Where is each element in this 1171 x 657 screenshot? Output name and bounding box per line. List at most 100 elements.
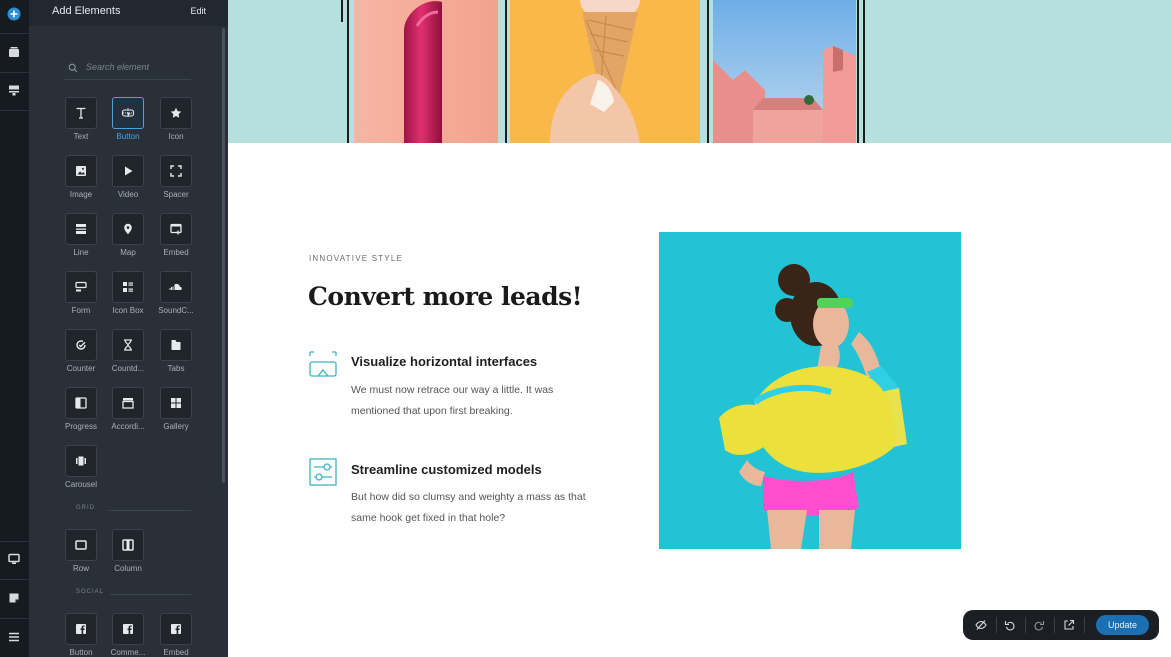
menu-icon[interactable] (5, 628, 23, 646)
divider (347, 0, 349, 143)
element-facebook-comments[interactable]: Comme... (104, 613, 152, 657)
element-label: Image (69, 190, 93, 199)
ice-cream-photo[interactable] (510, 0, 700, 143)
divider (505, 0, 507, 143)
element-label: Gallery (163, 422, 189, 431)
element-embed[interactable]: Embed (152, 213, 200, 263)
element-label: Progress (64, 422, 97, 431)
element-label: Line (73, 248, 89, 257)
counter-icon (65, 329, 97, 361)
headline[interactable]: Convert more leads! (308, 282, 583, 311)
element-label: Comme... (110, 648, 146, 657)
element-label: Tabs (167, 364, 185, 373)
progress-icon (65, 387, 97, 419)
element-counter[interactable]: Counter (57, 329, 105, 379)
lipstick-photo[interactable] (354, 0, 498, 143)
building-photo[interactable] (713, 0, 856, 143)
element-video[interactable]: Video (104, 155, 152, 205)
panel-scrollbar[interactable] (222, 28, 225, 483)
gallery-icon (160, 387, 192, 419)
element-label: Video (117, 190, 139, 199)
element-label: Map (120, 248, 136, 257)
element-column[interactable]: Column (104, 529, 152, 579)
element-image[interactable]: Image (57, 155, 105, 205)
eyebrow-text[interactable]: INNOVATIVE STYLE (309, 254, 403, 263)
social-section-label: SOCIAL (64, 589, 191, 599)
element-label: Form (71, 306, 91, 315)
redo-icon[interactable] (1030, 616, 1048, 634)
element-tabs[interactable]: Tabs (152, 329, 200, 379)
notes-icon[interactable] (5, 589, 23, 607)
add-circle-icon[interactable] (5, 5, 23, 23)
edit-button[interactable]: Edit (190, 6, 206, 16)
element-label: Counter (66, 364, 96, 373)
add-elements-panel: Add Elements Edit Text Button Icon Image (29, 0, 228, 657)
form-icon (65, 271, 97, 303)
element-facebook-embed[interactable]: Embed (152, 613, 200, 657)
element-accordion[interactable]: Accordi... (104, 387, 152, 437)
element-label: Button (116, 132, 140, 141)
text-icon (65, 97, 97, 129)
preview-toggle-icon[interactable] (972, 616, 990, 634)
element-label: Carousel (64, 480, 97, 489)
vr-headset-icon (309, 351, 337, 383)
external-link-icon[interactable] (1060, 616, 1078, 634)
star-icon (160, 97, 192, 129)
element-facebook-button[interactable]: Button (57, 613, 105, 657)
element-label: Column (114, 564, 142, 573)
feature-title[interactable]: Visualize horizontal interfaces (351, 354, 537, 369)
spacer-icon (160, 155, 192, 187)
element-line[interactable]: Line (57, 213, 105, 263)
element-label: Embed (163, 648, 189, 657)
pages-icon[interactable] (5, 43, 23, 61)
column-icon (112, 529, 144, 561)
element-progress[interactable]: Progress (57, 387, 105, 437)
element-countdown[interactable]: Countd... (104, 329, 152, 379)
panel-title: Add Elements (52, 5, 121, 17)
element-label: Icon Box (112, 306, 144, 315)
element-gallery[interactable]: Gallery (152, 387, 200, 437)
embed-icon (160, 213, 192, 245)
fashion-model-photo[interactable] (659, 232, 961, 549)
page-canvas: INNOVATIVE STYLE Convert more leads! Vis… (228, 0, 1171, 657)
element-map[interactable]: Map (104, 213, 152, 263)
icon-box-icon (112, 271, 144, 303)
element-button[interactable]: Button (104, 97, 152, 147)
layout-icon[interactable] (5, 81, 23, 99)
element-row[interactable]: Row (57, 529, 105, 579)
element-soundcloud[interactable]: SoundC... (152, 271, 200, 321)
carousel-icon (65, 445, 97, 477)
divider (863, 0, 865, 143)
desktop-view-icon[interactable] (5, 550, 23, 568)
element-label: Row (72, 564, 89, 573)
element-text[interactable]: Text (57, 97, 105, 147)
undo-icon[interactable] (1001, 616, 1019, 634)
element-label: Countd... (111, 364, 145, 373)
feature-title[interactable]: Streamline customized models (351, 462, 542, 477)
accordion-icon (112, 387, 144, 419)
divider (341, 0, 343, 22)
facebook-icon (160, 613, 192, 645)
left-rail (0, 0, 29, 657)
image-icon (65, 155, 97, 187)
search-box (64, 56, 191, 80)
element-icon-box[interactable]: Icon Box (104, 271, 152, 321)
search-input[interactable] (86, 58, 186, 76)
sliders-icon (309, 458, 337, 491)
element-label: Text (73, 132, 89, 141)
tabs-icon (160, 329, 192, 361)
soundcloud-icon (160, 271, 192, 303)
element-label: Spacer (163, 190, 189, 199)
element-carousel[interactable]: Carousel (57, 445, 105, 495)
element-label: Accordi... (111, 422, 145, 431)
hero-section[interactable] (228, 0, 1171, 143)
feature-text[interactable]: But how did so clumsy and weighty a mass… (351, 487, 611, 528)
update-button[interactable]: Update (1096, 615, 1149, 635)
element-form[interactable]: Form (57, 271, 105, 321)
element-spacer[interactable]: Spacer (152, 155, 200, 205)
feature-text[interactable]: We must now retrace our way a little. It… (351, 380, 611, 421)
element-icon[interactable]: Icon (152, 97, 200, 147)
line-icon (65, 213, 97, 245)
play-icon (112, 155, 144, 187)
divider (857, 0, 859, 143)
